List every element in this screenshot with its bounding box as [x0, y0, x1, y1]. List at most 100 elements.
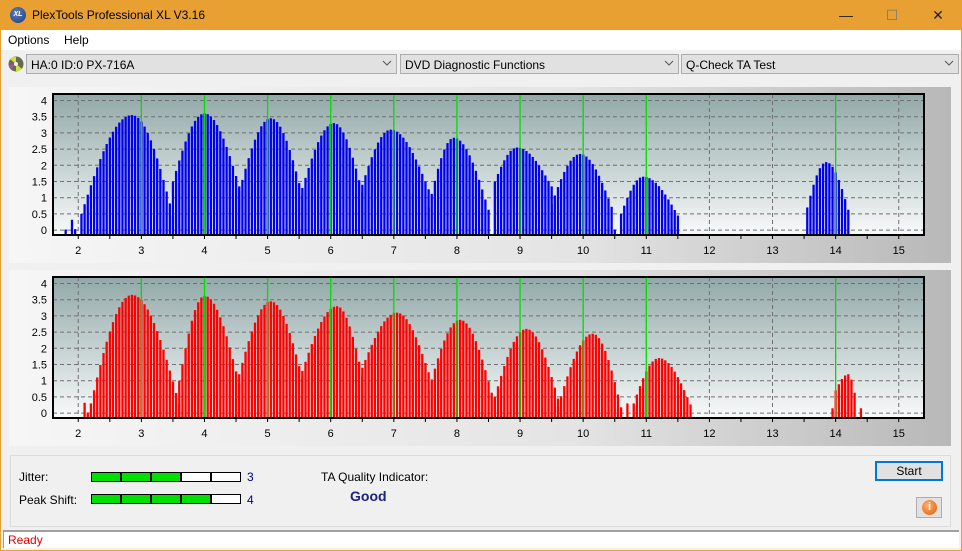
- y-tick-label: 3: [41, 311, 47, 323]
- bar: [146, 132, 149, 235]
- bar: [541, 170, 544, 235]
- bar: [414, 159, 418, 235]
- bar: [250, 148, 254, 235]
- toolbar: HA:0 ID:0 PX-716A DVD Diagnostic Functio…: [1, 50, 961, 78]
- close-button[interactable]: ✕: [915, 0, 961, 30]
- status-text: Ready: [8, 533, 43, 547]
- bar: [241, 179, 244, 235]
- x-tick-label: 9: [517, 245, 523, 257]
- bar: [654, 182, 657, 235]
- bar: [285, 323, 288, 418]
- x-tick-label: 5: [265, 428, 271, 440]
- bar: [556, 187, 560, 235]
- bar: [354, 348, 358, 418]
- bar: [458, 140, 462, 235]
- bar: [247, 341, 250, 418]
- x-tick-label: 13: [766, 245, 778, 257]
- bar: [275, 122, 279, 235]
- bar: [137, 297, 140, 418]
- test-select[interactable]: Q-Check TA Test: [681, 54, 959, 74]
- function-select[interactable]: DVD Diagnostic Functions: [400, 54, 679, 74]
- start-button[interactable]: Start: [875, 461, 943, 481]
- bar: [206, 114, 209, 235]
- bar: [152, 148, 156, 235]
- bar: [187, 333, 190, 418]
- bar: [679, 383, 683, 418]
- bar: [825, 162, 828, 235]
- bar: [493, 181, 497, 235]
- bar: [604, 190, 607, 235]
- bar: [440, 348, 443, 418]
- bar: [417, 345, 421, 418]
- bar: [821, 163, 825, 235]
- x-tick-label: 12: [703, 245, 715, 257]
- y-tick-label: 1.5: [32, 177, 47, 189]
- bar: [108, 137, 112, 235]
- bar: [847, 374, 850, 418]
- bar: [222, 326, 225, 418]
- bar: [468, 327, 471, 418]
- bar: [528, 329, 531, 418]
- bar: [193, 310, 197, 418]
- bar: [115, 314, 118, 418]
- bar: [616, 394, 620, 418]
- info-button[interactable]: i: [916, 497, 942, 518]
- bar: [190, 126, 194, 235]
- y-tick-label: 0: [41, 408, 47, 420]
- bar: [165, 191, 168, 235]
- x-tick-label: 10: [577, 245, 589, 257]
- bar: [200, 114, 203, 235]
- bar: [506, 356, 509, 418]
- bar: [149, 140, 153, 235]
- bar: [380, 137, 383, 235]
- bar: [578, 345, 582, 418]
- bar: [408, 324, 411, 418]
- bar: [345, 317, 348, 418]
- bar: [367, 352, 370, 418]
- bar: [111, 131, 115, 235]
- status-bar: Ready: [3, 530, 959, 548]
- bar: [244, 351, 247, 418]
- bar: [197, 302, 200, 418]
- bar: [563, 386, 566, 418]
- bar: [550, 204, 553, 235]
- bar: [209, 299, 212, 418]
- bar: [92, 176, 96, 235]
- bar: [477, 179, 481, 235]
- bar: [638, 177, 642, 235]
- x-tick-label: 14: [830, 428, 842, 440]
- bar: [522, 329, 525, 418]
- bar: [509, 150, 512, 235]
- bar: [386, 317, 389, 418]
- menu-options[interactable]: Options: [8, 33, 49, 47]
- bar: [556, 406, 560, 418]
- bar: [436, 168, 440, 235]
- bar: [591, 333, 594, 418]
- bar: [550, 377, 553, 418]
- bar: [335, 124, 339, 235]
- minimize-button[interactable]: —: [823, 0, 869, 30]
- y-tick-label: 1.5: [32, 360, 47, 372]
- bar: [547, 180, 550, 235]
- bar: [332, 306, 336, 418]
- bar: [493, 396, 497, 418]
- x-tick-label: 10: [577, 428, 589, 440]
- drive-select[interactable]: HA:0 ID:0 PX-716A: [26, 54, 397, 74]
- bar: [304, 361, 307, 418]
- bar: [534, 160, 538, 235]
- bar: [664, 194, 667, 235]
- bar: [228, 347, 231, 418]
- meter-segment: [91, 494, 121, 504]
- bar: [102, 352, 105, 418]
- bar: [452, 323, 455, 418]
- bar: [421, 353, 424, 418]
- bar: [474, 170, 478, 235]
- bar: [146, 309, 149, 418]
- bar: [541, 349, 544, 418]
- bar: [506, 154, 509, 235]
- bar: [657, 358, 661, 418]
- menu-help[interactable]: Help: [64, 33, 89, 47]
- bar: [411, 330, 414, 418]
- maximize-button[interactable]: ☐: [869, 0, 915, 30]
- bar: [222, 138, 225, 235]
